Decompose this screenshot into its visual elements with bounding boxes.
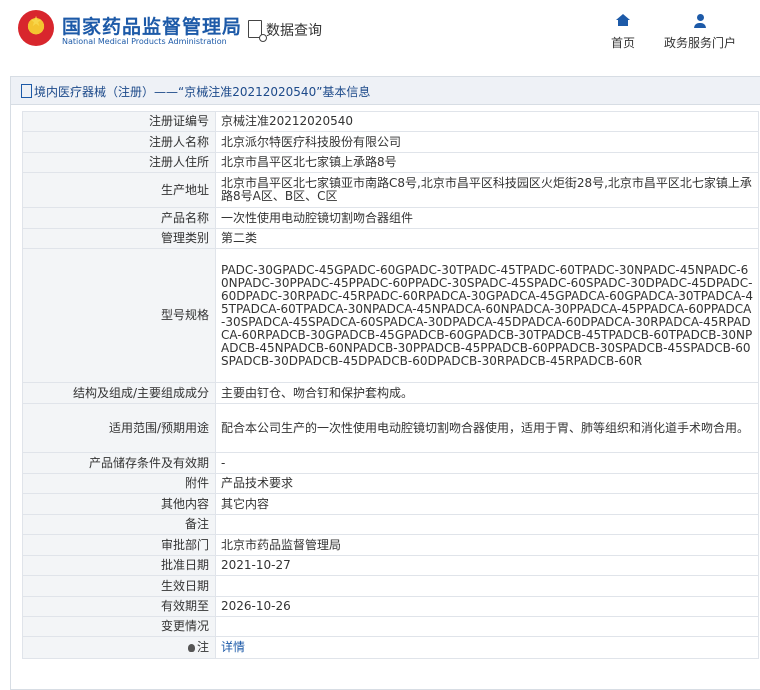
info-table: 注册证编号 京械注准20212020540 注册人名称 北京派尔特医疗科技股份有限公… <box>22 111 759 659</box>
field-value: 一次性使用电动腔镜切割吻合器组件 <box>215 207 759 229</box>
field-value: 详情 <box>215 636 759 659</box>
site-header: ★ 国家药品监督管理局 National Medical Products Ad… <box>0 0 760 66</box>
table-row: 适用范围/预期用途 配合本公司生产的一次性使用电动腔镜切割吻合器使用，适用于胃、肺… <box>22 403 759 453</box>
breadcrumb-text: 境内医疗器械（注册）——“京械注准20212020540”基本信息 <box>34 85 371 99</box>
table-row: 管理类别 第二类 <box>22 228 759 249</box>
table-row: 批准日期 2021-10-27 <box>22 555 759 576</box>
table-row: 注册人住所 北京市昌平区北七家镇上承路8号 <box>22 152 759 173</box>
site-title: 国家药品监督管理局 <box>62 16 243 38</box>
field-value: 第二类 <box>215 228 759 249</box>
table-row: 产品储存条件及有效期 - <box>22 452 759 474</box>
table-row: 注册人名称 北京派尔特医疗科技股份有限公司 <box>22 131 759 153</box>
site-subtitle: National Medical Products Administration <box>62 37 227 46</box>
field-value: 2021-10-27 <box>215 555 759 576</box>
nav-service-portal-label: 政务服务门户 <box>663 36 736 50</box>
home-icon <box>610 14 636 30</box>
data-query-icon <box>248 20 267 42</box>
field-label: 变更情况 <box>22 616 216 637</box>
field-label: 备注 <box>22 514 216 535</box>
national-emblem-logo: ★ <box>18 10 54 46</box>
table-row: 变更情况 <box>22 616 759 637</box>
field-label: 有效期至 <box>22 596 216 617</box>
nav-service-portal[interactable]: 政务服务门户 <box>663 14 737 51</box>
table-row: 生产地址 北京市昌平区北七家镇亚市南路C8号,北京市昌平区科技园区火炬街28号,北… <box>22 172 759 208</box>
field-label: 其他内容 <box>22 493 216 515</box>
field-label: 产品名称 <box>22 207 216 229</box>
table-row: 结构及组成/主要组成成分 主要由钉仓、吻合钉和保护套构成。 <box>22 382 759 404</box>
nav-home[interactable]: 首页 <box>610 14 636 51</box>
breadcrumb: 境内医疗器械（注册）——“京械注准20212020540”基本信息 <box>11 77 760 105</box>
field-label: 注册人住所 <box>22 152 216 173</box>
field-label: 批准日期 <box>22 555 216 576</box>
field-label: 适用范围/预期用途 <box>22 403 216 453</box>
field-value <box>215 616 759 637</box>
field-label: 注册人名称 <box>22 131 216 153</box>
document-icon <box>21 84 32 98</box>
field-value <box>215 575 759 597</box>
field-label: 结构及组成/主要组成成分 <box>22 382 216 404</box>
table-row: 型号规格 PADC-30GPADC-45GPADC-60GPADC-30TPADC… <box>22 248 759 383</box>
table-row: 生效日期 <box>22 575 759 597</box>
table-row: 其他内容 其它内容 <box>22 493 759 515</box>
lightbulb-icon <box>187 644 195 652</box>
field-label: 生产地址 <box>22 172 216 208</box>
table-row: 有效期至 2026-10-26 <box>22 596 759 617</box>
field-value: 其它内容 <box>215 493 759 515</box>
table-row: 产品名称 一次性使用电动腔镜切割吻合器组件 <box>22 207 759 229</box>
field-label: 附件 <box>22 473 216 494</box>
field-label: 产品储存条件及有效期 <box>22 452 216 474</box>
table-row: 附件 产品技术要求 <box>22 473 759 494</box>
field-value: 2026-10-26 <box>215 596 759 617</box>
field-value: 北京市药品监督管理局 <box>215 534 759 556</box>
field-label: 生效日期 <box>22 575 216 597</box>
field-value: 北京派尔特医疗科技股份有限公司 <box>215 131 759 153</box>
detail-panel: 境内医疗器械（注册）——“京械注准20212020540”基本信息 注册证编号京… <box>10 76 760 690</box>
field-label: 注册证编号 <box>22 111 216 132</box>
field-value: 产品技术要求 <box>215 473 759 494</box>
field-label: 型号规格 <box>22 248 216 383</box>
note-label: 注 <box>196 640 209 654</box>
nav-home-label: 首页 <box>610 36 635 50</box>
field-value: 北京市昌平区北七家镇上承路8号 <box>215 152 759 173</box>
field-label: 管理类别 <box>22 228 216 249</box>
details-link[interactable]: 详情 <box>221 640 245 654</box>
field-value: 配合本公司生产的一次性使用电动腔镜切割吻合器使用，适用于胃、肺等组织和消化道手术… <box>215 403 759 453</box>
data-query-label[interactable]: 数据查询 <box>266 20 322 40</box>
table-row: 审批部门 北京市药品监督管理局 <box>22 534 759 556</box>
user-icon <box>663 14 737 30</box>
field-value: - <box>215 452 759 474</box>
field-value: 北京市昌平区北七家镇亚市南路C8号,北京市昌平区科技园区火炬街28号,北京市昌平… <box>215 172 759 208</box>
field-value: PADC-30GPADC-45GPADC-60GPADC-30TPADC-45T… <box>215 248 759 383</box>
table-row: 注 详情 <box>22 636 759 659</box>
field-label: 注 <box>22 636 216 659</box>
field-value <box>215 514 759 535</box>
field-value: 京械注准20212020540 <box>215 111 759 132</box>
table-row: 注册证编号 京械注准20212020540 <box>22 111 759 132</box>
field-value: 主要由钉仓、吻合钉和保护套构成。 <box>215 382 759 404</box>
table-row: 备注 <box>22 514 759 535</box>
field-label: 审批部门 <box>22 534 216 556</box>
